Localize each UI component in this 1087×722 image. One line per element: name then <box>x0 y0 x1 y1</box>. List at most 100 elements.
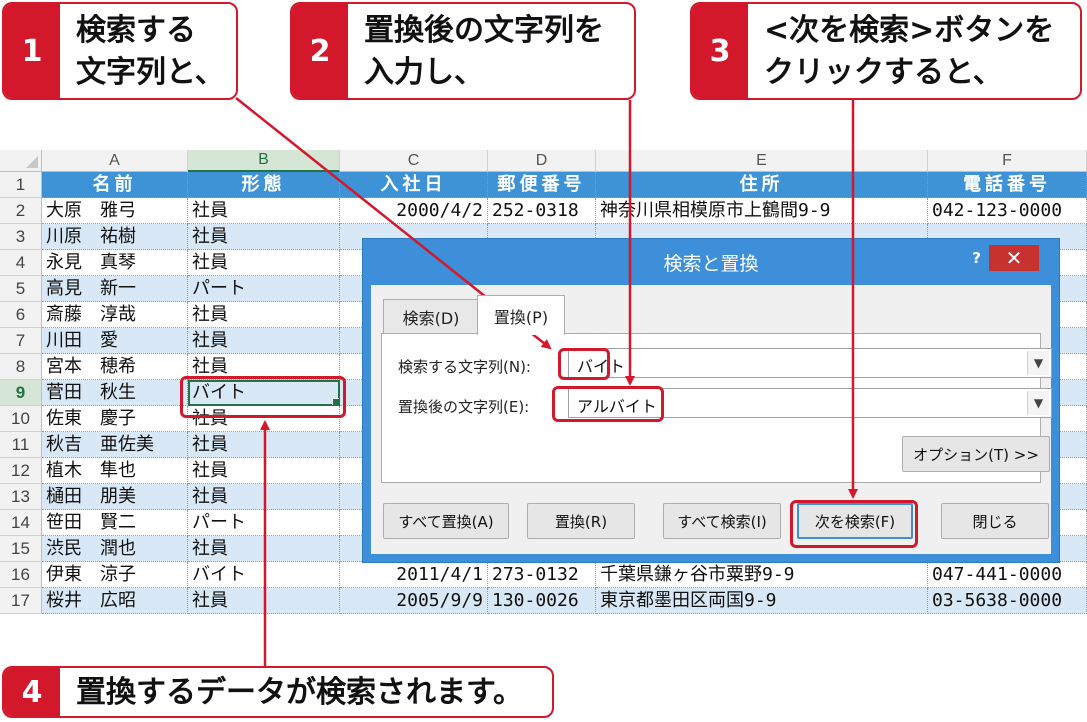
table-cell[interactable]: 笹田 賢二 <box>42 510 188 536</box>
callout-number: 4 <box>4 668 60 716</box>
row-header[interactable]: 17 <box>0 588 42 614</box>
table-cell[interactable]: 永見 真琴 <box>42 250 188 276</box>
table-cell[interactable]: 社員 <box>188 328 340 354</box>
highlight-find-value <box>558 348 610 380</box>
row-header[interactable]: 3 <box>0 224 42 250</box>
tab-replace[interactable]: 置換(P) <box>477 295 565 335</box>
header-cell[interactable]: 住所 <box>596 172 928 198</box>
table-cell[interactable]: 252-0318 <box>488 198 596 224</box>
find-label: 検索する文字列(N): <box>398 358 531 376</box>
column-header[interactable]: C <box>340 150 488 172</box>
table-cell[interactable]: 社員 <box>188 536 340 562</box>
callout-text: 置換するデータが検索されます。 <box>76 675 523 710</box>
find-input[interactable]: バイト ▼ <box>568 348 1052 378</box>
row-header[interactable]: 6 <box>0 302 42 328</box>
column-header[interactable]: F <box>928 150 1087 172</box>
table-cell[interactable]: 社員 <box>188 588 340 614</box>
table-cell[interactable]: 社員 <box>188 432 340 458</box>
header-cell[interactable]: 郵便番号 <box>488 172 596 198</box>
table-cell[interactable]: 社員 <box>188 484 340 510</box>
callout-text: 置換後の文字列を 入力し、 <box>364 13 604 90</box>
table-cell[interactable]: 2005/9/9 <box>340 588 488 614</box>
options-button[interactable]: オプション(T) >> <box>902 436 1050 472</box>
table-cell[interactable]: 神奈川県相模原市上鶴間9-9 <box>596 198 928 224</box>
table-cell[interactable]: 高見 新一 <box>42 276 188 302</box>
close-button[interactable]: 閉じる <box>941 503 1049 539</box>
table-cell[interactable]: 宮本 穂希 <box>42 354 188 380</box>
header-cell[interactable]: 名前 <box>42 172 188 198</box>
table-cell[interactable]: 桜井 広昭 <box>42 588 188 614</box>
row-header[interactable]: 8 <box>0 354 42 380</box>
table-cell[interactable]: 東京都墨田区両国9-9 <box>596 588 928 614</box>
table-cell[interactable]: 2000/4/2 <box>340 198 488 224</box>
callout-4: 4 置換するデータが検索されます。 <box>2 666 554 718</box>
callout-1: 1 検索する 文字列と、 <box>2 2 238 100</box>
replace-button[interactable]: 置換(R) <box>527 503 635 539</box>
row-header[interactable]: 2 <box>0 198 42 224</box>
header-cell[interactable]: 入社日 <box>340 172 488 198</box>
row-header[interactable]: 16 <box>0 562 42 588</box>
close-icon[interactable]: ✕ <box>989 245 1039 271</box>
tab-search[interactable]: 検索(D) <box>383 299 479 333</box>
row-header[interactable]: 15 <box>0 536 42 562</box>
highlight-replace-value <box>552 386 664 422</box>
table-cell[interactable]: 社員 <box>188 198 340 224</box>
row-header[interactable]: 13 <box>0 484 42 510</box>
row-header[interactable]: 5 <box>0 276 42 302</box>
header-cell[interactable]: 電話番号 <box>928 172 1087 198</box>
row-header[interactable]: 7 <box>0 328 42 354</box>
highlight-found-cell <box>180 376 346 418</box>
row-header[interactable]: 11 <box>0 432 42 458</box>
table-cell[interactable]: 047-441-0000 <box>928 562 1087 588</box>
table-cell[interactable]: バイト <box>188 562 340 588</box>
table-cell[interactable]: 社員 <box>188 458 340 484</box>
column-header[interactable]: B <box>188 150 340 172</box>
row-header[interactable]: 4 <box>0 250 42 276</box>
callout-number: 1 <box>4 4 60 98</box>
chevron-down-icon[interactable]: ▼ <box>1027 351 1049 375</box>
table-cell[interactable]: 2011/4/1 <box>340 562 488 588</box>
row-header[interactable]: 12 <box>0 458 42 484</box>
table-cell[interactable]: 伊東 涼子 <box>42 562 188 588</box>
table-cell[interactable]: 樋田 朋美 <box>42 484 188 510</box>
table-cell[interactable]: 渋民 潤也 <box>42 536 188 562</box>
table-cell[interactable]: 菅田 秋生 <box>42 380 188 406</box>
table-cell[interactable]: 大原 雅弓 <box>42 198 188 224</box>
table-cell[interactable]: 社員 <box>188 224 340 250</box>
select-all-corner[interactable] <box>0 150 42 172</box>
table-cell[interactable]: 千葉県鎌ヶ谷市粟野9-9 <box>596 562 928 588</box>
table-cell[interactable]: 273-0132 <box>488 562 596 588</box>
table-cell[interactable]: 社員 <box>188 250 340 276</box>
row-header[interactable]: 9 <box>0 380 42 406</box>
row-header[interactable]: 10 <box>0 406 42 432</box>
replace-all-button[interactable]: すべて置換(A) <box>383 503 509 539</box>
dialog-body: 検索(D) 置換(P) 検索する文字列(N): バイト ▼ 置換後の文字列(E)… <box>371 285 1052 554</box>
row-header[interactable]: 1 <box>0 172 42 198</box>
table-cell[interactable]: パート <box>188 276 340 302</box>
table-cell[interactable]: パート <box>188 510 340 536</box>
replace-label: 置換後の文字列(E): <box>398 398 530 416</box>
chevron-down-icon[interactable]: ▼ <box>1027 391 1049 415</box>
table-cell[interactable]: 秋吉 亜佐美 <box>42 432 188 458</box>
column-header[interactable]: A <box>42 150 188 172</box>
table-cell[interactable]: 植木 隼也 <box>42 458 188 484</box>
find-all-button[interactable]: すべて検索(I) <box>663 503 781 539</box>
header-cell[interactable]: 形態 <box>188 172 340 198</box>
help-icon[interactable]: ? <box>972 249 981 267</box>
table-cell[interactable]: 042-123-0000 <box>928 198 1087 224</box>
callout-text: <次を検索>ボタンを クリックすると、 <box>764 13 1055 90</box>
table-cell[interactable]: 佐東 慶子 <box>42 406 188 432</box>
callout-2: 2 置換後の文字列を 入力し、 <box>290 2 636 100</box>
column-header[interactable]: E <box>596 150 928 172</box>
callout-number: 3 <box>692 4 748 98</box>
table-cell[interactable]: 川原 祐樹 <box>42 224 188 250</box>
table-cell[interactable]: 03-5638-0000 <box>928 588 1087 614</box>
row-header[interactable]: 14 <box>0 510 42 536</box>
column-header[interactable]: D <box>488 150 596 172</box>
table-cell[interactable]: 斎藤 淳哉 <box>42 302 188 328</box>
table-cell[interactable]: 社員 <box>188 302 340 328</box>
table-cell[interactable]: 130-0026 <box>488 588 596 614</box>
callout-3: 3 <次を検索>ボタンを クリックすると、 <box>690 2 1082 100</box>
table-cell[interactable]: 川田 愛 <box>42 328 188 354</box>
callout-text: 検索する 文字列と、 <box>76 13 225 90</box>
